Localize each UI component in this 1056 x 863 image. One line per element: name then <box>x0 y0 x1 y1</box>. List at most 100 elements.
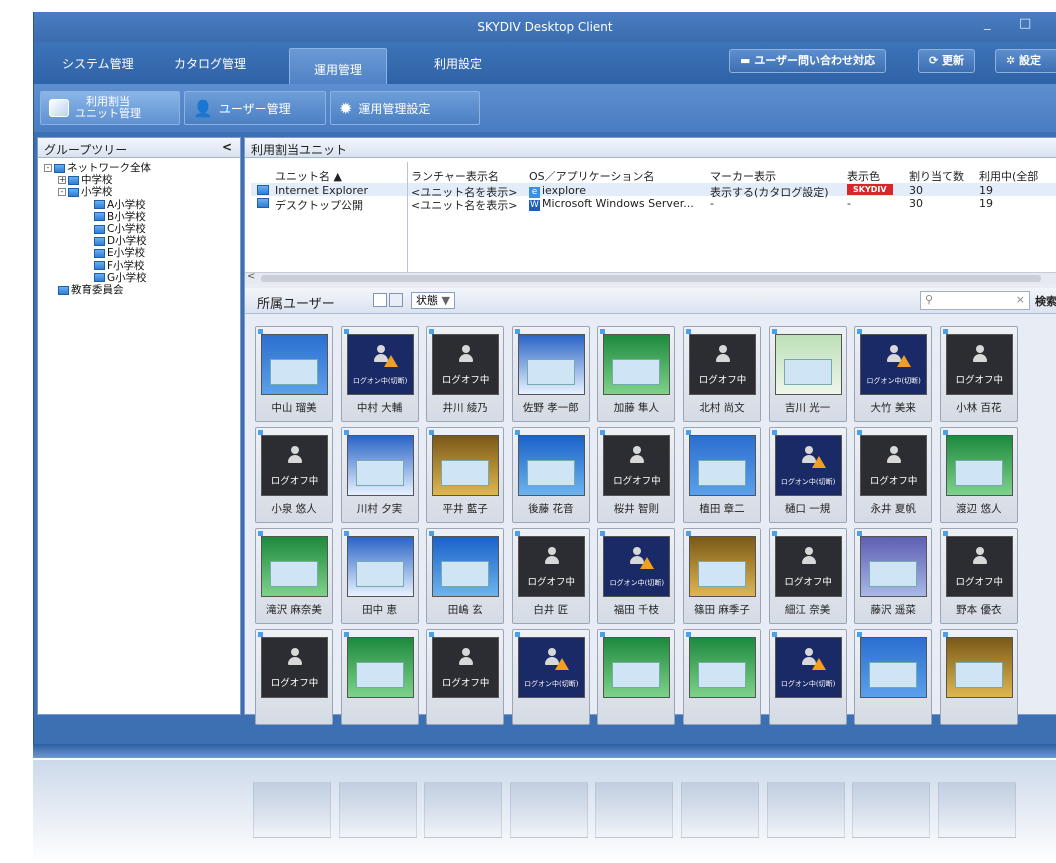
operation-settings-button[interactable]: ✹ 運用管理設定 <box>330 91 480 125</box>
user-tile[interactable] <box>340 629 419 725</box>
user-tile[interactable] <box>683 629 761 725</box>
screen-thumbnail[interactable] <box>860 637 928 698</box>
user-tile[interactable]: 加藤 隼人 <box>597 326 676 422</box>
search-input[interactable]: ⚲ × <box>920 291 1030 310</box>
screen-thumbnail[interactable] <box>346 435 414 496</box>
minimize-button[interactable]: _ <box>984 16 991 31</box>
user-tile[interactable]: 吉川 光一 <box>768 326 847 422</box>
user-tile[interactable]: ログオン中(切断) 大竹 美来 <box>854 326 933 422</box>
user-tile[interactable] <box>854 629 933 725</box>
tree-node[interactable]: E小学校 <box>94 247 145 259</box>
user-tile[interactable]: 藤沢 遥菜 <box>854 528 933 624</box>
list-view-icon[interactable] <box>389 293 403 307</box>
tree-node[interactable]: B小学校 <box>94 211 146 223</box>
user-tile[interactable] <box>597 629 676 725</box>
expand-toggle-icon[interactable]: + <box>58 176 66 185</box>
column-header[interactable]: 表示色 <box>847 168 880 184</box>
screen-thumbnail[interactable]: ログオン中(切断) <box>517 637 585 698</box>
status-filter[interactable]: 状態 ▼ <box>411 292 455 309</box>
screen-thumbnail[interactable]: ログオン中(切断) <box>774 435 842 496</box>
tree-node[interactable]: F小学校 <box>94 260 145 272</box>
user-tile[interactable]: 植田 章二 <box>683 427 761 523</box>
collapse-button[interactable]: < <box>222 140 232 154</box>
user-tile[interactable]: 渡辺 悠人 <box>939 427 1018 523</box>
tree-node[interactable]: D小学校 <box>94 235 147 247</box>
user-tile[interactable]: 後藤 花音 <box>511 427 590 523</box>
user-tile[interactable]: ログオフ中 小林 百花 <box>939 326 1018 422</box>
screen-thumbnail[interactable]: ログオフ中 <box>603 435 671 496</box>
screen-thumbnail[interactable] <box>346 536 414 597</box>
user-tile[interactable]: ログオフ中 白井 匠 <box>511 528 590 624</box>
screen-thumbnail[interactable]: ログオフ中 <box>860 435 928 496</box>
user-tile[interactable]: ログオン中(切断) 樋口 一規 <box>768 427 847 523</box>
scroll-left-icon[interactable]: < <box>247 271 255 282</box>
expand-toggle-icon[interactable]: - <box>58 188 66 197</box>
user-tile[interactable]: 田嶋 玄 <box>426 528 505 624</box>
screen-thumbnail[interactable]: ログオン中(切断) <box>774 637 842 698</box>
screen-thumbnail[interactable] <box>689 637 756 698</box>
screen-thumbnail[interactable]: ログオフ中 <box>689 334 756 395</box>
screen-thumbnail[interactable] <box>346 637 414 698</box>
maximize-button[interactable]: □ <box>1019 16 1031 31</box>
user-tile[interactable]: ログオフ中 <box>255 629 333 725</box>
screen-thumbnail[interactable]: ログオフ中 <box>261 435 328 496</box>
screen-thumbnail[interactable]: ログオフ中 <box>774 536 842 597</box>
screen-thumbnail[interactable]: ログオン中(切断) <box>346 334 414 395</box>
tree-node[interactable]: A小学校 <box>94 199 146 211</box>
user-tile[interactable]: ログオフ中 永井 夏帆 <box>854 427 933 523</box>
screen-thumbnail[interactable] <box>945 435 1013 496</box>
user-tile[interactable]: 平井 藍子 <box>426 427 505 523</box>
user-tile[interactable]: 篠田 麻季子 <box>683 528 761 624</box>
screen-thumbnail[interactable]: ログオフ中 <box>945 334 1013 395</box>
tab-system[interactable]: システム管理 <box>62 55 134 72</box>
tree-node[interactable]: C小学校 <box>94 223 146 235</box>
user-tile[interactable] <box>939 629 1018 725</box>
horizontal-scrollbar[interactable]: < <box>245 271 1056 284</box>
unit-cell[interactable]: デスクトップ公開 <box>275 197 363 213</box>
user-tile[interactable]: ログオフ中 細江 奈美 <box>768 528 847 624</box>
screen-thumbnail[interactable] <box>689 536 756 597</box>
user-tile[interactable]: ログオフ中 野本 優衣 <box>939 528 1018 624</box>
screen-thumbnail[interactable]: ログオン中(切断) <box>860 334 928 395</box>
screen-thumbnail[interactable] <box>603 637 671 698</box>
refresh-button[interactable]: ⟳ 更新 <box>918 49 976 73</box>
user-tile[interactable]: ログオン中(切断) 福田 千枝 <box>597 528 676 624</box>
column-header[interactable]: ランチャー表示名 <box>411 168 499 184</box>
clear-search-button[interactable]: × <box>1016 293 1025 306</box>
search-button[interactable]: 検索 <box>1035 293 1056 309</box>
column-header[interactable]: 利用中(全部 <box>979 168 1038 184</box>
screen-thumbnail[interactable] <box>517 334 585 395</box>
screen-thumbnail[interactable]: ログオフ中 <box>261 637 328 698</box>
screen-thumbnail[interactable] <box>860 536 928 597</box>
tab-usage-settings[interactable]: 利用設定 <box>434 55 482 72</box>
screen-thumbnail[interactable] <box>261 536 328 597</box>
expand-toggle-icon[interactable]: - <box>44 164 52 172</box>
inquiry-button[interactable]: ▬ ユーザー問い合わせ対応 <box>729 49 887 73</box>
user-tile[interactable]: 田中 恵 <box>340 528 419 624</box>
tree-node[interactable]: G小学校 <box>94 272 147 284</box>
screen-thumbnail[interactable]: ログオフ中 <box>945 536 1013 597</box>
screen-thumbnail[interactable] <box>689 435 756 496</box>
screen-thumbnail[interactable] <box>603 334 671 395</box>
unit-management-button[interactable]: 利用割当 ユニット管理 <box>40 91 180 125</box>
screen-thumbnail[interactable] <box>517 435 585 496</box>
column-header[interactable]: ユニット名 ▲ <box>275 168 342 184</box>
tile-view-icon[interactable] <box>373 293 387 307</box>
screen-thumbnail[interactable] <box>432 435 500 496</box>
screen-thumbnail[interactable]: ログオフ中 <box>432 637 500 698</box>
scroll-thumb[interactable] <box>261 275 1041 282</box>
tab-catalog[interactable]: カタログ管理 <box>174 55 246 72</box>
screen-thumbnail[interactable]: ログオン中(切断) <box>603 536 671 597</box>
user-tile[interactable]: ログオフ中 小泉 悠人 <box>255 427 333 523</box>
user-tile[interactable]: ログオフ中 <box>426 629 505 725</box>
tree-node[interactable]: - 小学校 <box>58 186 113 198</box>
user-tile[interactable]: 佐野 孝一郎 <box>511 326 590 422</box>
user-tile[interactable]: 川村 夕実 <box>340 427 419 523</box>
screen-thumbnail[interactable] <box>945 637 1013 698</box>
unit-cell[interactable]: Internet Explorer <box>275 184 368 197</box>
user-tile[interactable]: ログオン中(切断) 中村 大輔 <box>340 326 419 422</box>
user-tile[interactable]: ログオン中(切断) <box>511 629 590 725</box>
tree-node[interactable]: + 中学校 <box>58 174 113 186</box>
screen-thumbnail[interactable] <box>432 536 500 597</box>
user-management-button[interactable]: 👤 ユーザー管理 <box>184 91 326 125</box>
